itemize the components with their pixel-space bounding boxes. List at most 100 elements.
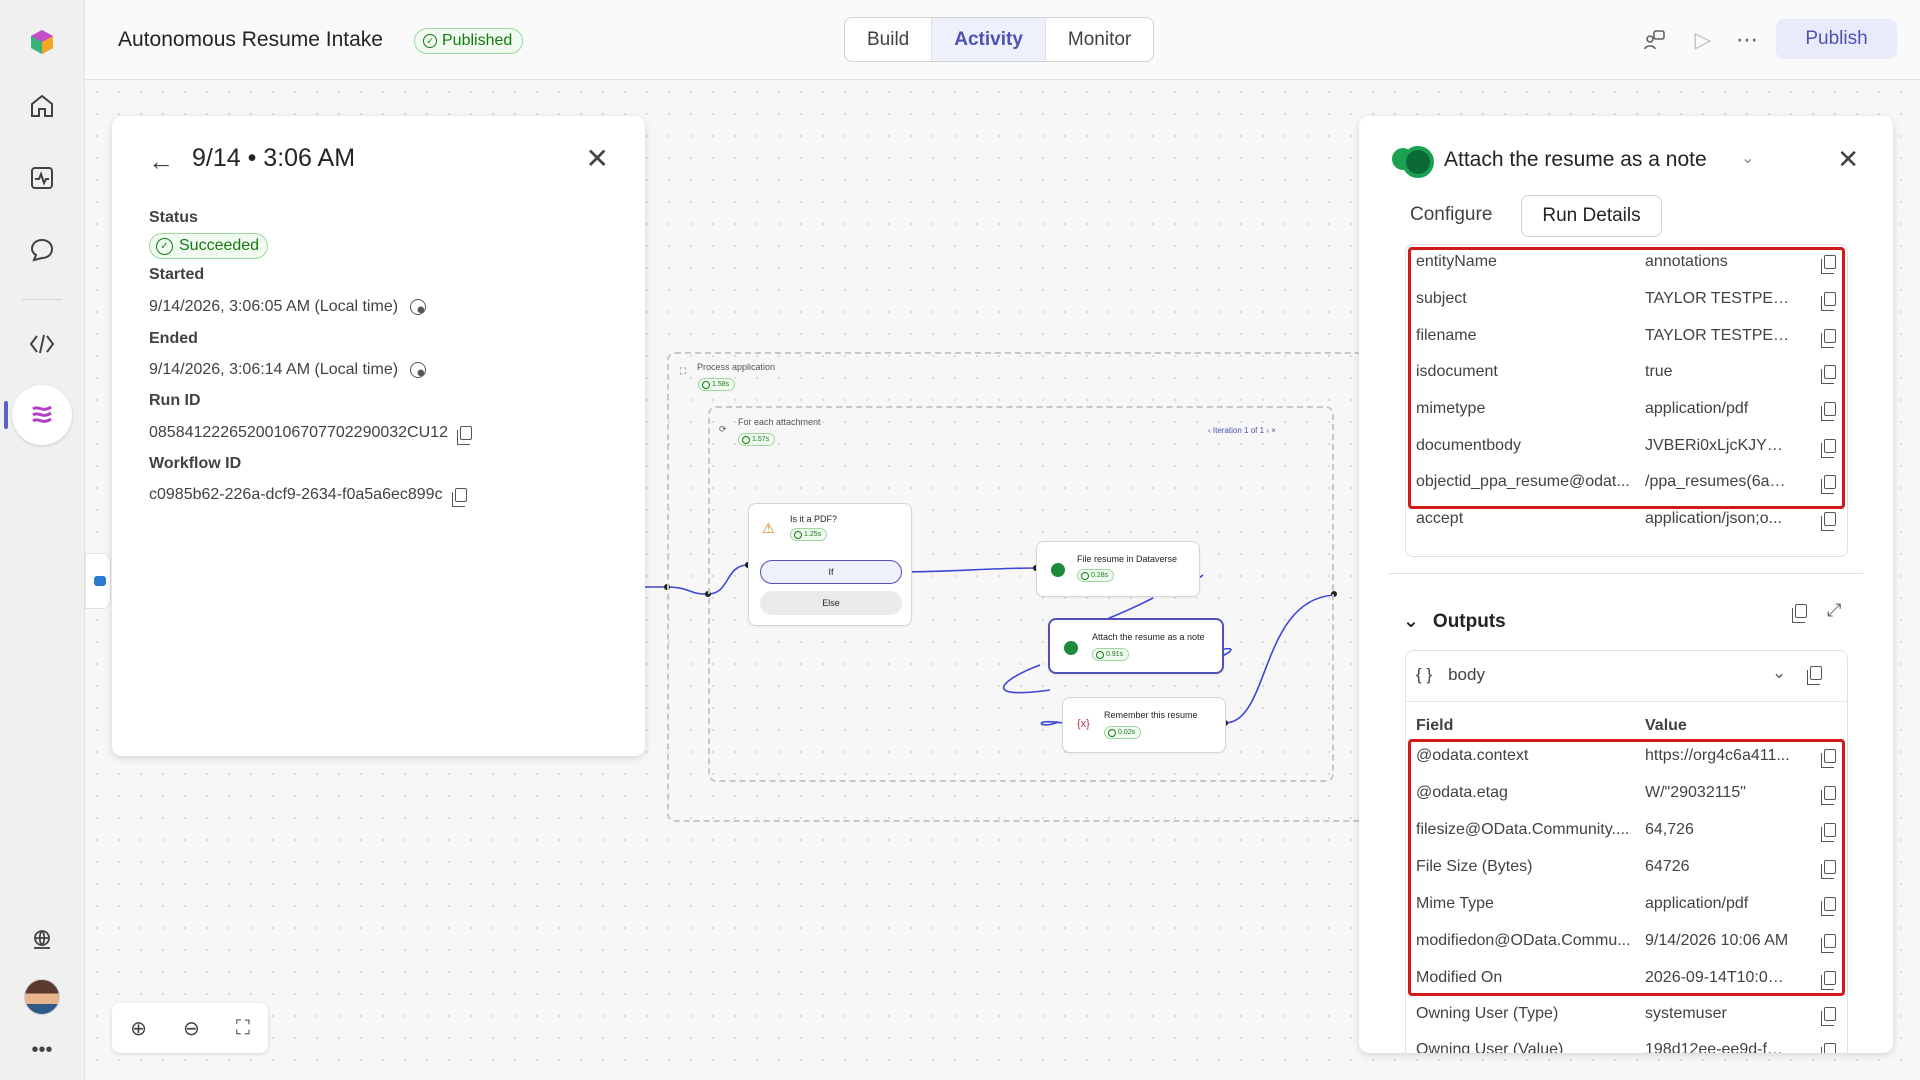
remember-resume-node[interactable]: {x} Remember this resume 0.02s	[1062, 697, 1226, 753]
chat-icon[interactable]	[20, 228, 64, 272]
field-key: modifiedon@OData.Commu...	[1416, 932, 1631, 949]
more-actions-icon[interactable]: ⋯	[1733, 26, 1761, 54]
condition-duration: 1.25s	[804, 531, 822, 538]
file-resume-node[interactable]: File resume in Dataverse 0.28s	[1036, 541, 1200, 597]
copy-icon[interactable]	[1821, 292, 1836, 311]
field-value: W/"29032115"	[1645, 784, 1746, 801]
input-row: objectid_ppa_resume@odat... /ppa_resumes(…	[1416, 465, 1839, 502]
tab-configure[interactable]: Configure	[1410, 204, 1492, 226]
field-column-header: Field	[1416, 717, 1454, 734]
input-row: entityName annotations	[1416, 245, 1839, 282]
copy-icon[interactable]	[1821, 971, 1836, 990]
tab-activity[interactable]: Activity	[932, 18, 1046, 61]
field-value: /ppa_resumes(6a4...	[1645, 473, 1790, 490]
more-options-icon[interactable]: •••	[20, 1028, 64, 1072]
copy-icon[interactable]	[1821, 329, 1836, 348]
succeeded-badge: ✓ Succeeded	[149, 233, 269, 259]
rail-divider	[22, 299, 62, 300]
zoom-out-icon[interactable]: ⊖	[183, 1016, 200, 1041]
copy-icon[interactable]	[1821, 475, 1836, 494]
copy-icon[interactable]	[1821, 934, 1836, 953]
activity-icon[interactable]	[20, 156, 64, 200]
close-icon[interactable]: ✕	[586, 142, 609, 175]
chevron-down-icon[interactable]: ⌄	[1772, 663, 1786, 683]
body-header[interactable]: { } body	[1416, 665, 1485, 685]
field-key: @odata.etag	[1416, 784, 1508, 801]
expand-icon[interactable]: ⤢	[1827, 600, 1841, 621]
copy-icon[interactable]	[1821, 897, 1836, 916]
remember-duration: 0.02s	[1118, 729, 1136, 736]
field-value: application/pdf	[1645, 895, 1749, 912]
iteration-total: of 1	[1250, 426, 1265, 435]
iteration-close-icon[interactable]: ×	[1271, 426, 1276, 435]
chevron-down-icon[interactable]: ⌄	[1741, 148, 1754, 168]
app-logo-icon[interactable]	[20, 20, 64, 64]
process-application-label: Process application	[697, 362, 776, 372]
copy-icon[interactable]	[1821, 786, 1836, 805]
publish-button[interactable]: Publish	[1776, 19, 1897, 59]
field-key: subject	[1416, 290, 1467, 307]
copy-icon[interactable]	[1821, 255, 1836, 274]
remember-resume-label: Remember this resume	[1104, 710, 1198, 720]
timezone-icon[interactable]	[410, 362, 427, 378]
copy-icon[interactable]	[1807, 666, 1823, 685]
tab-run-details[interactable]: Run Details	[1521, 195, 1662, 237]
iteration-next-icon[interactable]: ›	[1266, 426, 1269, 435]
ended-value-row: 9/14/2026, 3:06:14 AM (Local time)	[149, 361, 427, 379]
play-icon[interactable]: ▷	[1689, 26, 1717, 54]
iteration-prev-icon[interactable]: ‹	[1208, 426, 1211, 435]
code-icon[interactable]	[20, 322, 64, 366]
agent-icon[interactable]	[1641, 26, 1669, 54]
copy-icon[interactable]	[1792, 604, 1807, 623]
workflow-id-label: Workflow ID	[149, 455, 242, 472]
copy-icon[interactable]	[1821, 512, 1836, 531]
output-row: Mime Type application/pdf	[1416, 887, 1839, 924]
output-row: @odata.context https://org4c6a411...	[1416, 739, 1839, 776]
copy-icon[interactable]	[1821, 749, 1836, 768]
fit-to-screen-icon[interactable]: ⛶	[236, 1017, 250, 1040]
field-key: File Size (Bytes)	[1416, 858, 1533, 875]
condition-node[interactable]: ⚠ Is it a PDF? 1.25s If Else	[748, 503, 912, 626]
timezone-icon[interactable]	[410, 299, 427, 315]
copy-icon[interactable]	[1821, 402, 1836, 421]
close-icon[interactable]: ✕	[1837, 144, 1859, 175]
copy-icon[interactable]	[456, 426, 472, 445]
field-value: 2026-09-14T10:06:...	[1645, 969, 1790, 986]
copy-icon[interactable]	[1821, 860, 1836, 879]
attach-resume-node[interactable]: Attach the resume as a note 0.91s	[1048, 618, 1224, 674]
file-duration-badge: 0.28s	[1077, 569, 1115, 582]
zoom-in-icon[interactable]: ⊕	[130, 1016, 147, 1041]
zoom-controls: ⊕ ⊖ ⛶	[112, 1003, 268, 1053]
field-key: entityName	[1416, 253, 1497, 270]
copy-icon[interactable]	[1821, 439, 1836, 458]
foreach-duration-badge: 1.57s	[738, 433, 776, 446]
copy-icon[interactable]	[1821, 823, 1836, 842]
copy-icon[interactable]	[1821, 1043, 1836, 1053]
workflows-icon[interactable]	[12, 385, 72, 445]
user-avatar[interactable]	[24, 979, 60, 1015]
copy-icon[interactable]	[451, 488, 467, 507]
else-branch[interactable]: Else	[760, 591, 902, 615]
chevron-down-icon[interactable]: ⌄	[1403, 610, 1419, 633]
value-column-header: Value	[1645, 717, 1687, 734]
dataverse-icon	[1392, 146, 1434, 178]
field-value: application/json;o...	[1645, 510, 1782, 527]
loop-icon: ⟳	[719, 424, 727, 434]
copy-icon[interactable]	[1821, 1007, 1836, 1026]
home-icon[interactable]	[20, 84, 64, 128]
copy-icon[interactable]	[1821, 365, 1836, 384]
ended-label: Ended	[149, 330, 198, 347]
globe-settings-icon[interactable]	[20, 918, 64, 962]
trigger-node-edge[interactable]	[85, 553, 111, 609]
outputs-header[interactable]: ⌄ Outputs	[1403, 610, 1506, 633]
iteration-pager[interactable]: ‹ Iteration 1 of 1 › ×	[1208, 426, 1276, 435]
if-branch[interactable]: If	[760, 560, 902, 584]
tab-monitor[interactable]: Monitor	[1046, 18, 1153, 61]
output-row: modifiedon@OData.Commu... 9/14/2026 10:06…	[1416, 924, 1839, 961]
left-rail: •••	[0, 0, 85, 1080]
condition-icon: ⚠	[762, 520, 775, 536]
checkmark-icon: ✓	[156, 237, 173, 255]
back-arrow-icon[interactable]: ←	[148, 146, 174, 177]
outputs-actions: ⤢	[1792, 600, 1841, 623]
tab-build[interactable]: Build	[845, 18, 933, 61]
